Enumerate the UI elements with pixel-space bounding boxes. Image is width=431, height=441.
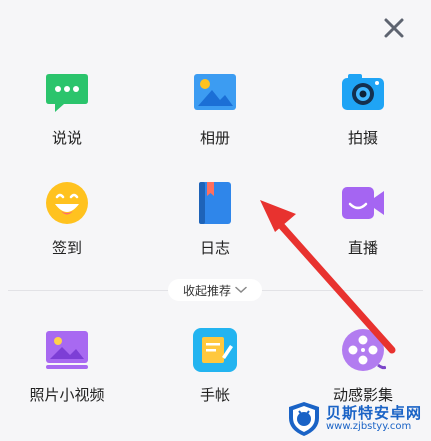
- item-label: 签到: [51, 239, 82, 257]
- item-live[interactable]: 直播: [308, 180, 418, 290]
- camera-icon: [340, 70, 386, 116]
- shield-logo-icon: [286, 401, 322, 437]
- smiley-face-icon: [44, 180, 90, 226]
- notebook-icon: [192, 327, 238, 373]
- recommend-label: 收起推荐: [182, 283, 231, 298]
- close-button[interactable]: [380, 14, 408, 42]
- photo-album-icon: [192, 70, 238, 116]
- close-icon: [384, 18, 404, 38]
- item-check-in[interactable]: 签到: [12, 180, 122, 290]
- item-label: 日志: [199, 239, 230, 257]
- item-photo-video[interactable]: 照片小视频: [12, 327, 122, 437]
- watermark-url: www.zjbstyy.com: [326, 421, 412, 433]
- watermark: 贝斯特安卓网 www.zjbstyy.com: [286, 396, 431, 441]
- item-shuoshuo[interactable]: 说说: [12, 70, 122, 180]
- publish-panel: 说说 相册 拍摄 签到 日志 直播 收起推荐 照片小视频 手帐 动感影集 贝斯特…: [0, 0, 431, 441]
- item-label: 照片小视频: [29, 386, 105, 404]
- film-reel-icon: [340, 327, 387, 373]
- journal-book-icon: [192, 180, 238, 226]
- chevron-down-icon: [235, 286, 247, 294]
- collapse-recommend-button[interactable]: 收起推荐: [168, 279, 262, 301]
- item-notebook[interactable]: 手帐: [160, 327, 270, 437]
- item-camera[interactable]: 拍摄: [308, 70, 418, 180]
- item-label: 直播: [347, 239, 378, 257]
- item-label: 拍摄: [347, 129, 378, 147]
- item-journal[interactable]: 日志: [160, 180, 270, 290]
- item-label: 手帐: [199, 386, 230, 404]
- item-label: 说说: [51, 129, 82, 147]
- item-label: 相册: [199, 129, 230, 147]
- item-photo-album[interactable]: 相册: [160, 70, 270, 180]
- photo-video-icon: [44, 327, 90, 373]
- video-camera-icon: [340, 180, 386, 226]
- watermark-title: 贝斯特安卓网: [326, 403, 423, 422]
- chat-bubble-icon: [44, 70, 90, 116]
